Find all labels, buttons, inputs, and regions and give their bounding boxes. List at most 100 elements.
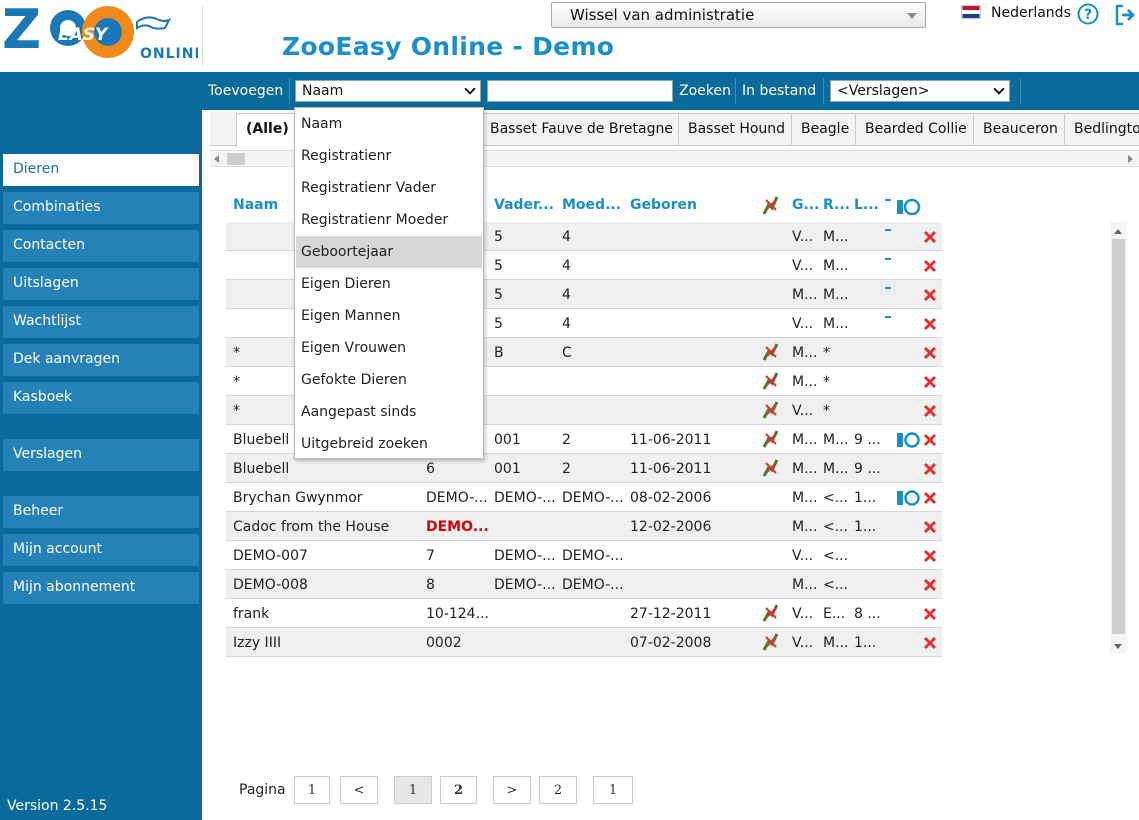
camera-column-icon[interactable] — [896, 196, 922, 216]
column-header-l[interactable]: L... — [854, 197, 879, 213]
breed-tab[interactable]: Basset Hound — [678, 113, 796, 145]
breed-tab[interactable]: Beagle — [791, 113, 860, 145]
pedigree-icon[interactable] — [761, 429, 781, 449]
table-row[interactable]: Izzy IIII 0002 07-02-2008 V... M... 1... — [226, 628, 942, 657]
pedigree-icon[interactable] — [761, 400, 781, 420]
cell-moeder: 4 — [562, 258, 571, 274]
table-row[interactable]: Cadoc from the House DEMO... 12-02-2006 M..… — [226, 512, 942, 541]
cell-moeder: DEMO-... — [562, 577, 624, 593]
page-last-button[interactable]: 2 — [539, 776, 577, 804]
administration-select[interactable]: Wissel van administratie — [551, 2, 926, 28]
dropdown-option[interactable]: Aangepast sinds — [296, 396, 482, 428]
sidebar-item-wachtlijst[interactable]: Wachtlijst — [3, 306, 199, 338]
pedigree-icon[interactable] — [761, 632, 781, 652]
sidebar-item-verslagen[interactable]: Verslagen — [3, 439, 199, 471]
help-icon[interactable]: ? — [1077, 3, 1099, 25]
delete-icon[interactable] — [923, 346, 937, 360]
delete-icon[interactable] — [923, 549, 937, 563]
column-header-r[interactable]: R... — [823, 197, 850, 213]
delete-icon[interactable] — [923, 375, 937, 389]
breed-tab[interactable]: Beauceron — [973, 113, 1068, 145]
scroll-down-icon[interactable] — [1114, 644, 1122, 649]
column-header-geboren[interactable]: Geboren — [630, 197, 697, 213]
cell-r: M... — [823, 635, 849, 651]
logout-icon[interactable] — [1113, 3, 1137, 27]
scrollbar-thumb[interactable] — [227, 153, 245, 165]
dropdown-option[interactable]: Uitgebreid zoeken — [296, 428, 482, 460]
zooeasy-logo[interactable]: Z EASY ONLINE — [2, 2, 198, 66]
dropdown-option[interactable]: Registratienr — [296, 140, 482, 172]
page-prev-button[interactable]: < — [340, 776, 378, 804]
delete-icon[interactable] — [923, 317, 937, 331]
search-input[interactable] — [487, 80, 673, 102]
delete-icon[interactable] — [923, 230, 937, 244]
page-button-current[interactable]: 1 — [394, 776, 432, 804]
breed-tab[interactable]: (Alle) — [236, 113, 299, 147]
column-header-g[interactable]: G... — [792, 197, 819, 213]
dropdown-option[interactable]: Eigen Dieren — [296, 268, 482, 300]
table-row[interactable]: DEMO-007 7 DEMO-... DEMO-... V... <... — [226, 541, 942, 570]
delete-icon[interactable] — [923, 462, 937, 476]
search-button[interactable]: Zoeken — [679, 83, 731, 99]
dropdown-option[interactable]: Gefokte Dieren — [296, 364, 482, 396]
dropdown-option[interactable]: Registratienr Vader — [296, 172, 482, 204]
page-size-button[interactable]: 1 — [593, 776, 633, 804]
delete-icon[interactable] — [923, 520, 937, 534]
sidebar-item-combinaties[interactable]: Combinaties — [3, 192, 199, 224]
language-label[interactable]: Nederlands — [991, 5, 1071, 21]
table-row[interactable]: Brychan Gwynmor DEMO-... DEMO-... DEMO-... 0… — [226, 483, 942, 512]
table-row[interactable]: frank 10-124... 27-12-2011 V... E... 8 ... — [226, 599, 942, 628]
scroll-right-icon[interactable] — [1128, 155, 1133, 163]
vertical-scrollbar[interactable] — [1110, 222, 1127, 654]
scroll-left-icon[interactable] — [214, 155, 219, 163]
sidebar-item-mijn-abonnement[interactable]: Mijn abonnement — [3, 572, 199, 604]
delete-icon[interactable] — [923, 491, 937, 505]
sidebar-item-kasboek[interactable]: Kasboek — [3, 382, 199, 414]
pedigree-icon[interactable] — [761, 342, 781, 362]
dropdown-option[interactable]: Geboortejaar — [296, 236, 482, 268]
delete-icon[interactable] — [923, 404, 937, 418]
scroll-up-icon[interactable] — [1114, 229, 1122, 234]
page-button[interactable]: 2 — [440, 776, 477, 804]
delete-icon[interactable] — [923, 433, 937, 447]
breed-tab[interactable]: Bedlington — [1064, 113, 1139, 145]
cell-g: M... — [792, 432, 818, 448]
sidebar-item-dek-aanvragen[interactable]: Dek aanvragen — [3, 344, 199, 376]
sidebar-item-dieren[interactable]: Dieren — [3, 154, 199, 186]
dutch-flag-icon[interactable] — [961, 5, 981, 19]
cell-reg: 7 — [426, 548, 435, 564]
delete-icon[interactable] — [923, 259, 937, 273]
search-field-select[interactable]: Naam — [295, 80, 481, 102]
scrollbar-thumb[interactable] — [1112, 239, 1125, 634]
sidebar-item-uitslagen[interactable]: Uitslagen — [3, 268, 199, 300]
delete-icon[interactable] — [923, 607, 937, 621]
delete-icon[interactable] — [923, 636, 937, 650]
breed-tab[interactable]: Basset Fauve de Bretagne — [480, 113, 683, 145]
page-next-button[interactable]: > — [493, 776, 531, 804]
sidebar-item-beheer[interactable]: Beheer — [3, 496, 199, 528]
cell-r: <... — [823, 548, 849, 564]
pedigree-icon[interactable] — [761, 458, 781, 478]
sidebar-item-contacten[interactable]: Contacten — [3, 230, 199, 262]
dropdown-option[interactable]: Registratienr Moeder — [296, 204, 482, 236]
cell-reg: DEMO... — [426, 519, 489, 535]
column-header-vader[interactable]: Vader... — [494, 197, 554, 213]
pedigree-column-icon[interactable] — [760, 194, 782, 216]
column-header-naam[interactable]: Naam — [233, 197, 278, 213]
dropdown-option[interactable]: Eigen Vrouwen — [296, 332, 482, 364]
camera-icon[interactable] — [896, 488, 922, 506]
delete-icon[interactable] — [923, 578, 937, 592]
pedigree-icon[interactable] — [761, 603, 781, 623]
delete-icon[interactable] — [923, 288, 937, 302]
breed-tab[interactable]: Bearded Collie — [855, 113, 977, 145]
add-button[interactable]: Toevoegen — [208, 83, 283, 99]
page-first-button[interactable]: 1 — [294, 776, 330, 804]
dropdown-option[interactable]: Eigen Mannen — [296, 300, 482, 332]
pedigree-icon[interactable] — [761, 371, 781, 391]
table-row[interactable]: DEMO-008 8 DEMO-... DEMO-... M... <... — [226, 570, 942, 599]
sidebar-item-mijn-account[interactable]: Mijn account — [3, 534, 199, 566]
column-header-moeder[interactable]: Moed... — [562, 197, 621, 213]
report-select[interactable]: <Verslagen> — [830, 80, 1010, 102]
camera-icon[interactable] — [896, 430, 922, 448]
dropdown-option[interactable]: Naam — [296, 108, 482, 140]
